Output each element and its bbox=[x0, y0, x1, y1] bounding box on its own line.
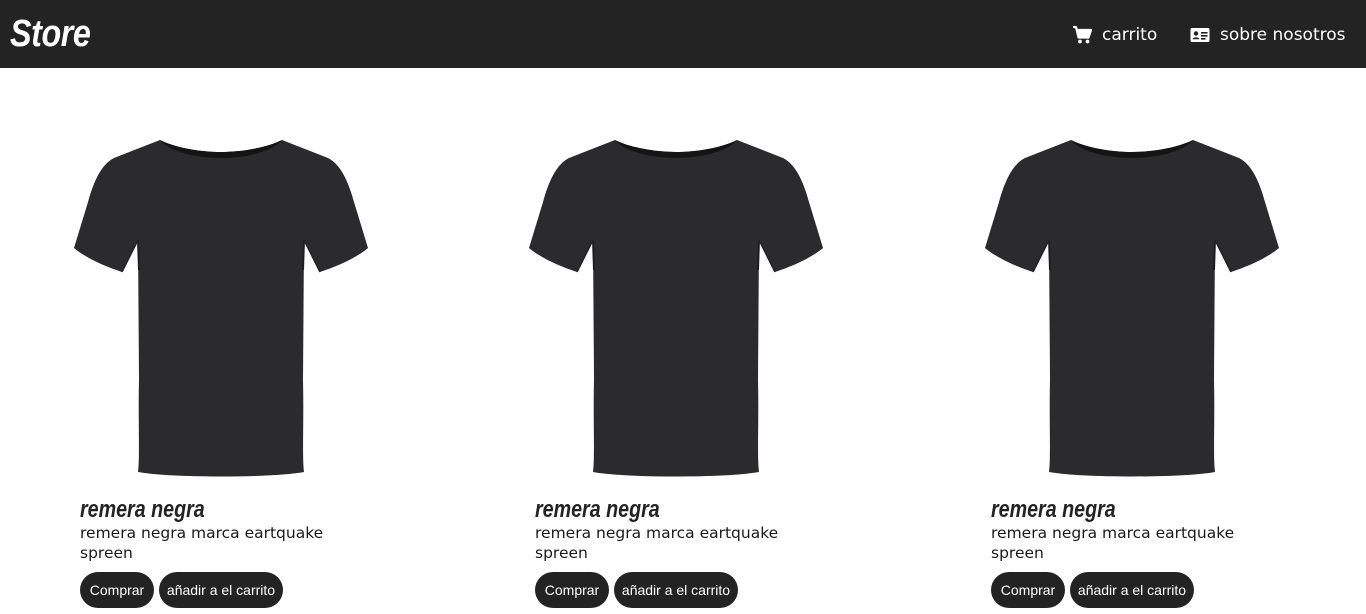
product-image-tshirt[interactable] bbox=[511, 120, 841, 490]
nav-cart-label: carrito bbox=[1102, 25, 1158, 45]
product-image-tshirt[interactable] bbox=[967, 120, 1297, 490]
add-to-cart-button[interactable]: añadir a el carrito bbox=[159, 572, 283, 608]
nav-about-label: sobre nosotros bbox=[1220, 25, 1346, 45]
buy-button[interactable]: Comprar bbox=[535, 572, 609, 608]
product-title: remera negra bbox=[991, 496, 1116, 523]
product-title: remera negra bbox=[80, 496, 205, 523]
product-description: remera negra marca eartquake spreen bbox=[535, 524, 779, 562]
product-description: remera negra marca eartquake spreen bbox=[991, 524, 1235, 562]
add-to-cart-button[interactable]: añadir a el carrito bbox=[1070, 572, 1194, 608]
product-title: remera negra bbox=[535, 496, 660, 523]
buy-button[interactable]: Comprar bbox=[991, 572, 1065, 608]
navbar: Store carrito sobre nosotros bbox=[0, 0, 1366, 68]
nav-about-link[interactable]: sobre nosotros bbox=[1190, 23, 1346, 47]
shopping-cart-icon bbox=[1072, 25, 1092, 45]
product-description: remera negra marca eartquake spreen bbox=[80, 524, 324, 562]
brand-logo[interactable]: Store bbox=[10, 12, 91, 56]
nav-cart-link[interactable]: carrito bbox=[1072, 23, 1157, 47]
add-to-cart-button[interactable]: añadir a el carrito bbox=[614, 572, 738, 608]
id-card-icon bbox=[1190, 25, 1210, 45]
product-image-tshirt[interactable] bbox=[56, 120, 386, 490]
buy-button[interactable]: Comprar bbox=[80, 572, 154, 608]
